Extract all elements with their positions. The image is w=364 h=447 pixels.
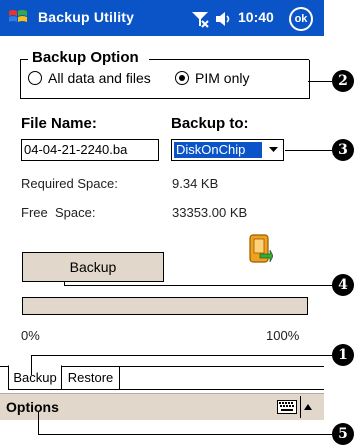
progress-max-label: 100% [266,328,300,343]
backup-to-select[interactable]: DiskOnChip [171,139,284,161]
radio-circle-selected [175,71,189,85]
radio-circle [28,71,42,85]
callout-line [64,285,332,286]
required-space-label: Required Space: [21,176,118,191]
backup-to-label: Backup to: [171,115,249,132]
free-space-value: 33353.00 KB [172,205,248,220]
options-menu[interactable]: Options [6,399,59,415]
menu-bar: Options [0,393,324,420]
clock: 10:40 [238,9,274,25]
file-name-label: File Name: [21,115,97,132]
ok-icon: ok [291,9,311,29]
app-title: Backup Utility [38,9,135,25]
backup-button[interactable]: Backup [22,252,164,282]
callout-badge: 4 [332,274,354,296]
radio-label: PIM only [195,70,250,86]
callout-line [31,355,32,375]
callout-line [38,412,39,435]
backup-option-title: Backup Option [30,49,141,66]
connectivity-icon[interactable] [190,9,210,29]
radio-all-data[interactable]: All data and files [28,70,151,86]
required-space-value: 9.34 KB [172,176,219,191]
callout-badge: 3 [332,139,354,161]
callout-line [308,81,332,82]
free-space-label: Free Space: [21,205,96,220]
callout-badge: 5 [332,423,354,445]
radio-pim-only[interactable]: PIM only [175,70,249,86]
tab-restore[interactable]: Restore [62,366,120,390]
title-bar: Backup Utility 10:40 ok [0,0,324,36]
volume-icon[interactable] [214,10,234,28]
ok-button[interactable]: ok [289,7,313,31]
storage-device-icon [249,234,273,263]
callout-badge: 1 [332,344,354,366]
callout-line [31,355,332,356]
progress-min-label: 0% [21,328,40,343]
callout-badge: 2 [332,70,354,92]
windows-logo-icon[interactable] [7,6,29,28]
keyboard-icon[interactable] [277,400,297,414]
up-arrow-icon[interactable] [300,396,315,418]
tab-backup[interactable]: Backup [8,365,62,390]
file-name-input[interactable]: 04-04-21-2240.ba [21,139,159,161]
callout-line [285,150,332,151]
backup-to-value: DiskOnChip [174,142,262,158]
radio-label: All data and files [48,70,151,86]
tab-strip-gap [120,366,324,390]
callout-line [38,434,332,435]
progress-bar [22,297,308,315]
chevron-down-icon[interactable] [265,142,281,158]
